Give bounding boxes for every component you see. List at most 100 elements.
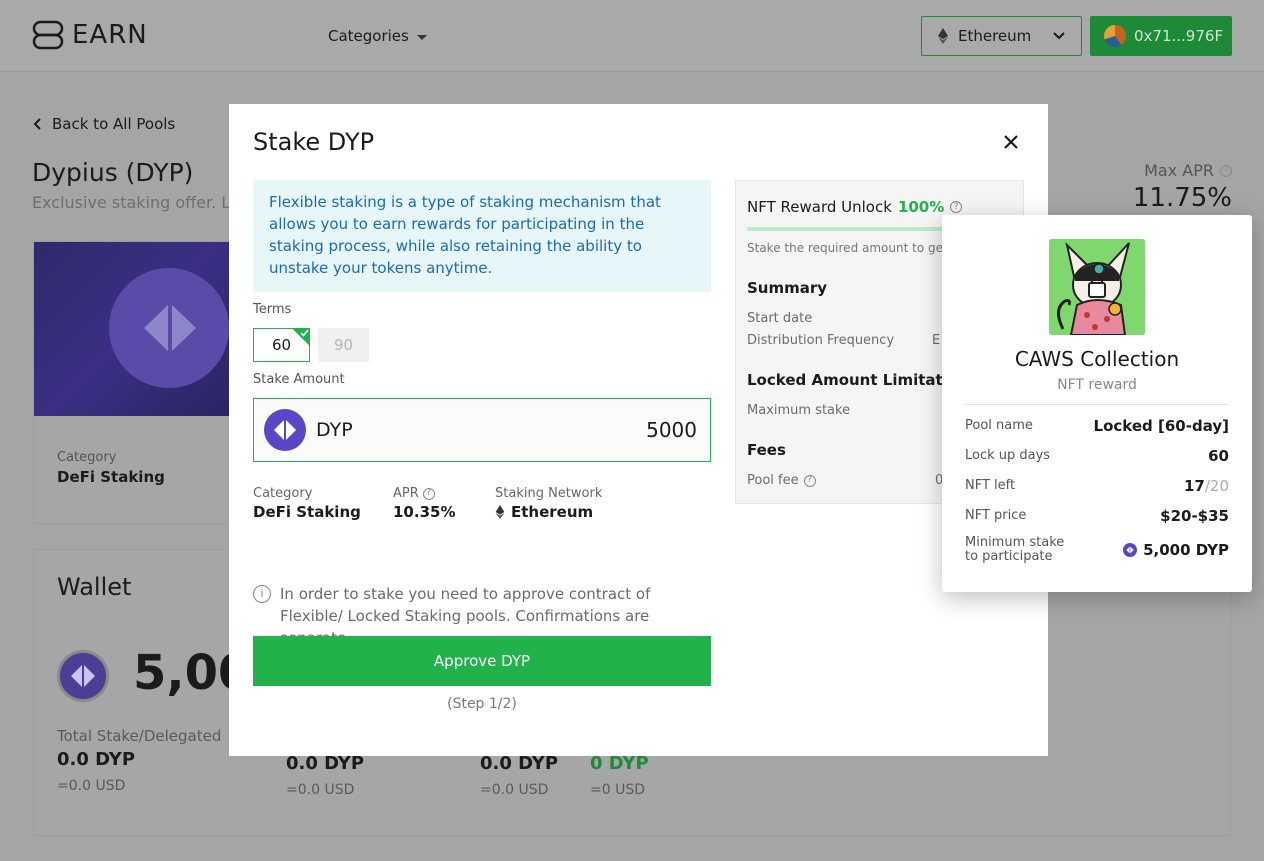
page-title: Dypius (DYP) — [32, 158, 194, 187]
nft-reward-unlock: NFT Reward Unlock 100% ? — [747, 198, 963, 216]
row-key: NFT price — [965, 508, 1027, 523]
term-option-60[interactable]: 60 — [253, 328, 310, 362]
chevron-down-icon — [1053, 32, 1065, 40]
nft-left-count: 17/20 — [1184, 477, 1229, 495]
wallet-address: 0x71...976F — [1134, 27, 1224, 45]
info-icon: i — [253, 585, 271, 603]
pool-category-label: Category — [57, 450, 117, 465]
category-value: DeFi Staking — [253, 503, 361, 521]
help-icon[interactable]: ? — [1220, 164, 1232, 177]
earn-logo[interactable]: EARN — [32, 19, 148, 51]
row-key: Minimum stake to participate — [965, 535, 1065, 564]
stat-total-stake: Total Stake/Delegated 0.0 DYP =0.0 USD — [57, 727, 221, 794]
stat-value: 0.0 DYP — [480, 753, 559, 774]
meta-category: Category DeFi Staking — [253, 486, 361, 521]
network-value: Ethereum — [495, 503, 602, 521]
max-stake-label: Maximum stake — [747, 403, 851, 418]
row-value: 17/20 — [1184, 477, 1229, 495]
stat-usd: =0.0 USD — [57, 778, 126, 794]
locked-title: Locked Amount Limitation — [747, 371, 969, 389]
stat-usd: =0.0 USD — [286, 782, 355, 798]
apr-value: 10.35% — [393, 503, 456, 521]
distribution-label: Distribution Frequency — [747, 333, 895, 348]
stat-2: 0.0 DYP =0.0 USD — [286, 749, 364, 798]
top-navigation-bar: EARN Categories Ethereum 0x71...976F — [0, 0, 1264, 72]
dyp-token-icon — [264, 409, 306, 451]
dyp-token-icon — [57, 650, 109, 702]
fees-title: Fees — [747, 441, 786, 459]
start-date-label: Start date — [747, 311, 813, 326]
row-value: Locked [60-day] — [1093, 417, 1229, 435]
logo-icon — [32, 19, 64, 51]
approve-button[interactable]: Approve DYP — [253, 636, 711, 686]
pool-fee-label-text: Pool fee — [747, 473, 799, 488]
nft-row-pool-name: Pool name Locked [60-day] — [965, 417, 1229, 435]
checkmark-icon — [292, 328, 310, 346]
row-key: Lock up days — [965, 448, 1051, 463]
row-value: $20-$35 — [1160, 507, 1229, 525]
ethereum-icon — [938, 28, 948, 44]
categories-dropdown[interactable]: Categories — [328, 27, 427, 45]
nft-left-value: 17 — [1183, 477, 1205, 495]
caret-down-icon — [416, 34, 427, 40]
nft-collection-title: CAWS Collection — [1014, 347, 1180, 371]
divider — [965, 404, 1229, 405]
stake-required-text: Stake the required amount to get — [747, 241, 948, 255]
reward-unlock-pct: 100% — [897, 198, 945, 216]
reward-unlock-label: NFT Reward Unlock — [747, 198, 892, 216]
stake-modal: Stake DYP Flexible staking is a type of … — [229, 104, 1048, 756]
network-value-text: Ethereum — [511, 503, 594, 521]
wallet-address-button[interactable]: 0x71...976F — [1090, 16, 1232, 56]
nft-row-minimum-stake: Minimum stake to participate 5,000 DYP — [965, 536, 1229, 564]
term-value: 60 — [271, 336, 292, 354]
stat-value: 0.0 DYP — [57, 749, 136, 770]
pool-card: Category DeFi Staking — [33, 241, 234, 524]
terms-label: Terms — [253, 302, 292, 317]
stake-amount-field[interactable]: DYP — [253, 398, 711, 462]
stat-3: 0.0 DYP =0.0 USD — [480, 749, 558, 798]
token-symbol: DYP — [316, 419, 353, 441]
help-icon[interactable]: ? — [950, 201, 963, 213]
categories-label: Categories — [328, 27, 409, 45]
stat-label: Total Stake/Delegated — [57, 727, 222, 745]
network-selector-button[interactable]: Ethereum — [921, 16, 1082, 56]
meta-apr: APR ? 10.35% — [393, 486, 455, 521]
dyp-token-icon — [1123, 543, 1138, 557]
step-indicator: (Step 1/2) — [447, 696, 517, 712]
max-apr-value: 11.75% — [1132, 183, 1232, 213]
network-label: Ethereum — [958, 27, 1032, 45]
stake-amount-input[interactable] — [497, 418, 697, 442]
term-option-90[interactable]: 90 — [318, 328, 369, 362]
nft-row-lockup-days: Lock up days 60 — [965, 447, 1229, 465]
min-stake-value: 5,000 DYP — [1143, 541, 1229, 559]
wallet-avatar — [1104, 25, 1126, 47]
distribution-value: E — [932, 333, 941, 348]
max-apr-label-text: Max APR — [1144, 161, 1214, 180]
stat-value: 0 DYP — [590, 753, 649, 774]
caws-nft-image — [1049, 239, 1145, 335]
network-label: Staking Network — [495, 486, 603, 501]
pool-fee-label: Pool fee ? — [747, 473, 816, 488]
help-icon[interactable]: ? — [422, 487, 435, 500]
nft-left-total: /20 — [1204, 477, 1229, 495]
row-key: Pool name — [965, 418, 1033, 433]
category-label: Category — [253, 486, 313, 501]
modal-title: Stake DYP — [253, 128, 375, 156]
nft-subtitle: NFT reward — [1057, 377, 1137, 393]
nft-reward-popover: CAWS Collection NFT reward Pool name Loc… — [942, 215, 1252, 592]
close-icon[interactable] — [1002, 133, 1020, 151]
help-icon[interactable]: ? — [803, 474, 816, 487]
apr-label-text: APR — [393, 486, 419, 501]
back-to-pools-link[interactable]: Back to All Pools — [34, 115, 175, 133]
nft-row-price: NFT price $20-$35 — [965, 507, 1229, 525]
wallet-title: Wallet — [57, 573, 132, 601]
stat-value: 0.0 DYP — [286, 753, 365, 774]
page-subtitle: Exclusive staking offer. L — [32, 193, 231, 212]
stat-4: 0 DYP =0 USD — [590, 749, 649, 798]
apr-label: APR ? — [393, 486, 455, 501]
row-value: 60 — [1208, 447, 1229, 465]
stat-usd: =0.0 USD — [480, 782, 549, 798]
staking-info-box: Flexible staking is a type of staking me… — [253, 180, 711, 292]
summary-title: Summary — [747, 279, 828, 297]
row-value: 5,000 DYP — [1123, 541, 1229, 559]
